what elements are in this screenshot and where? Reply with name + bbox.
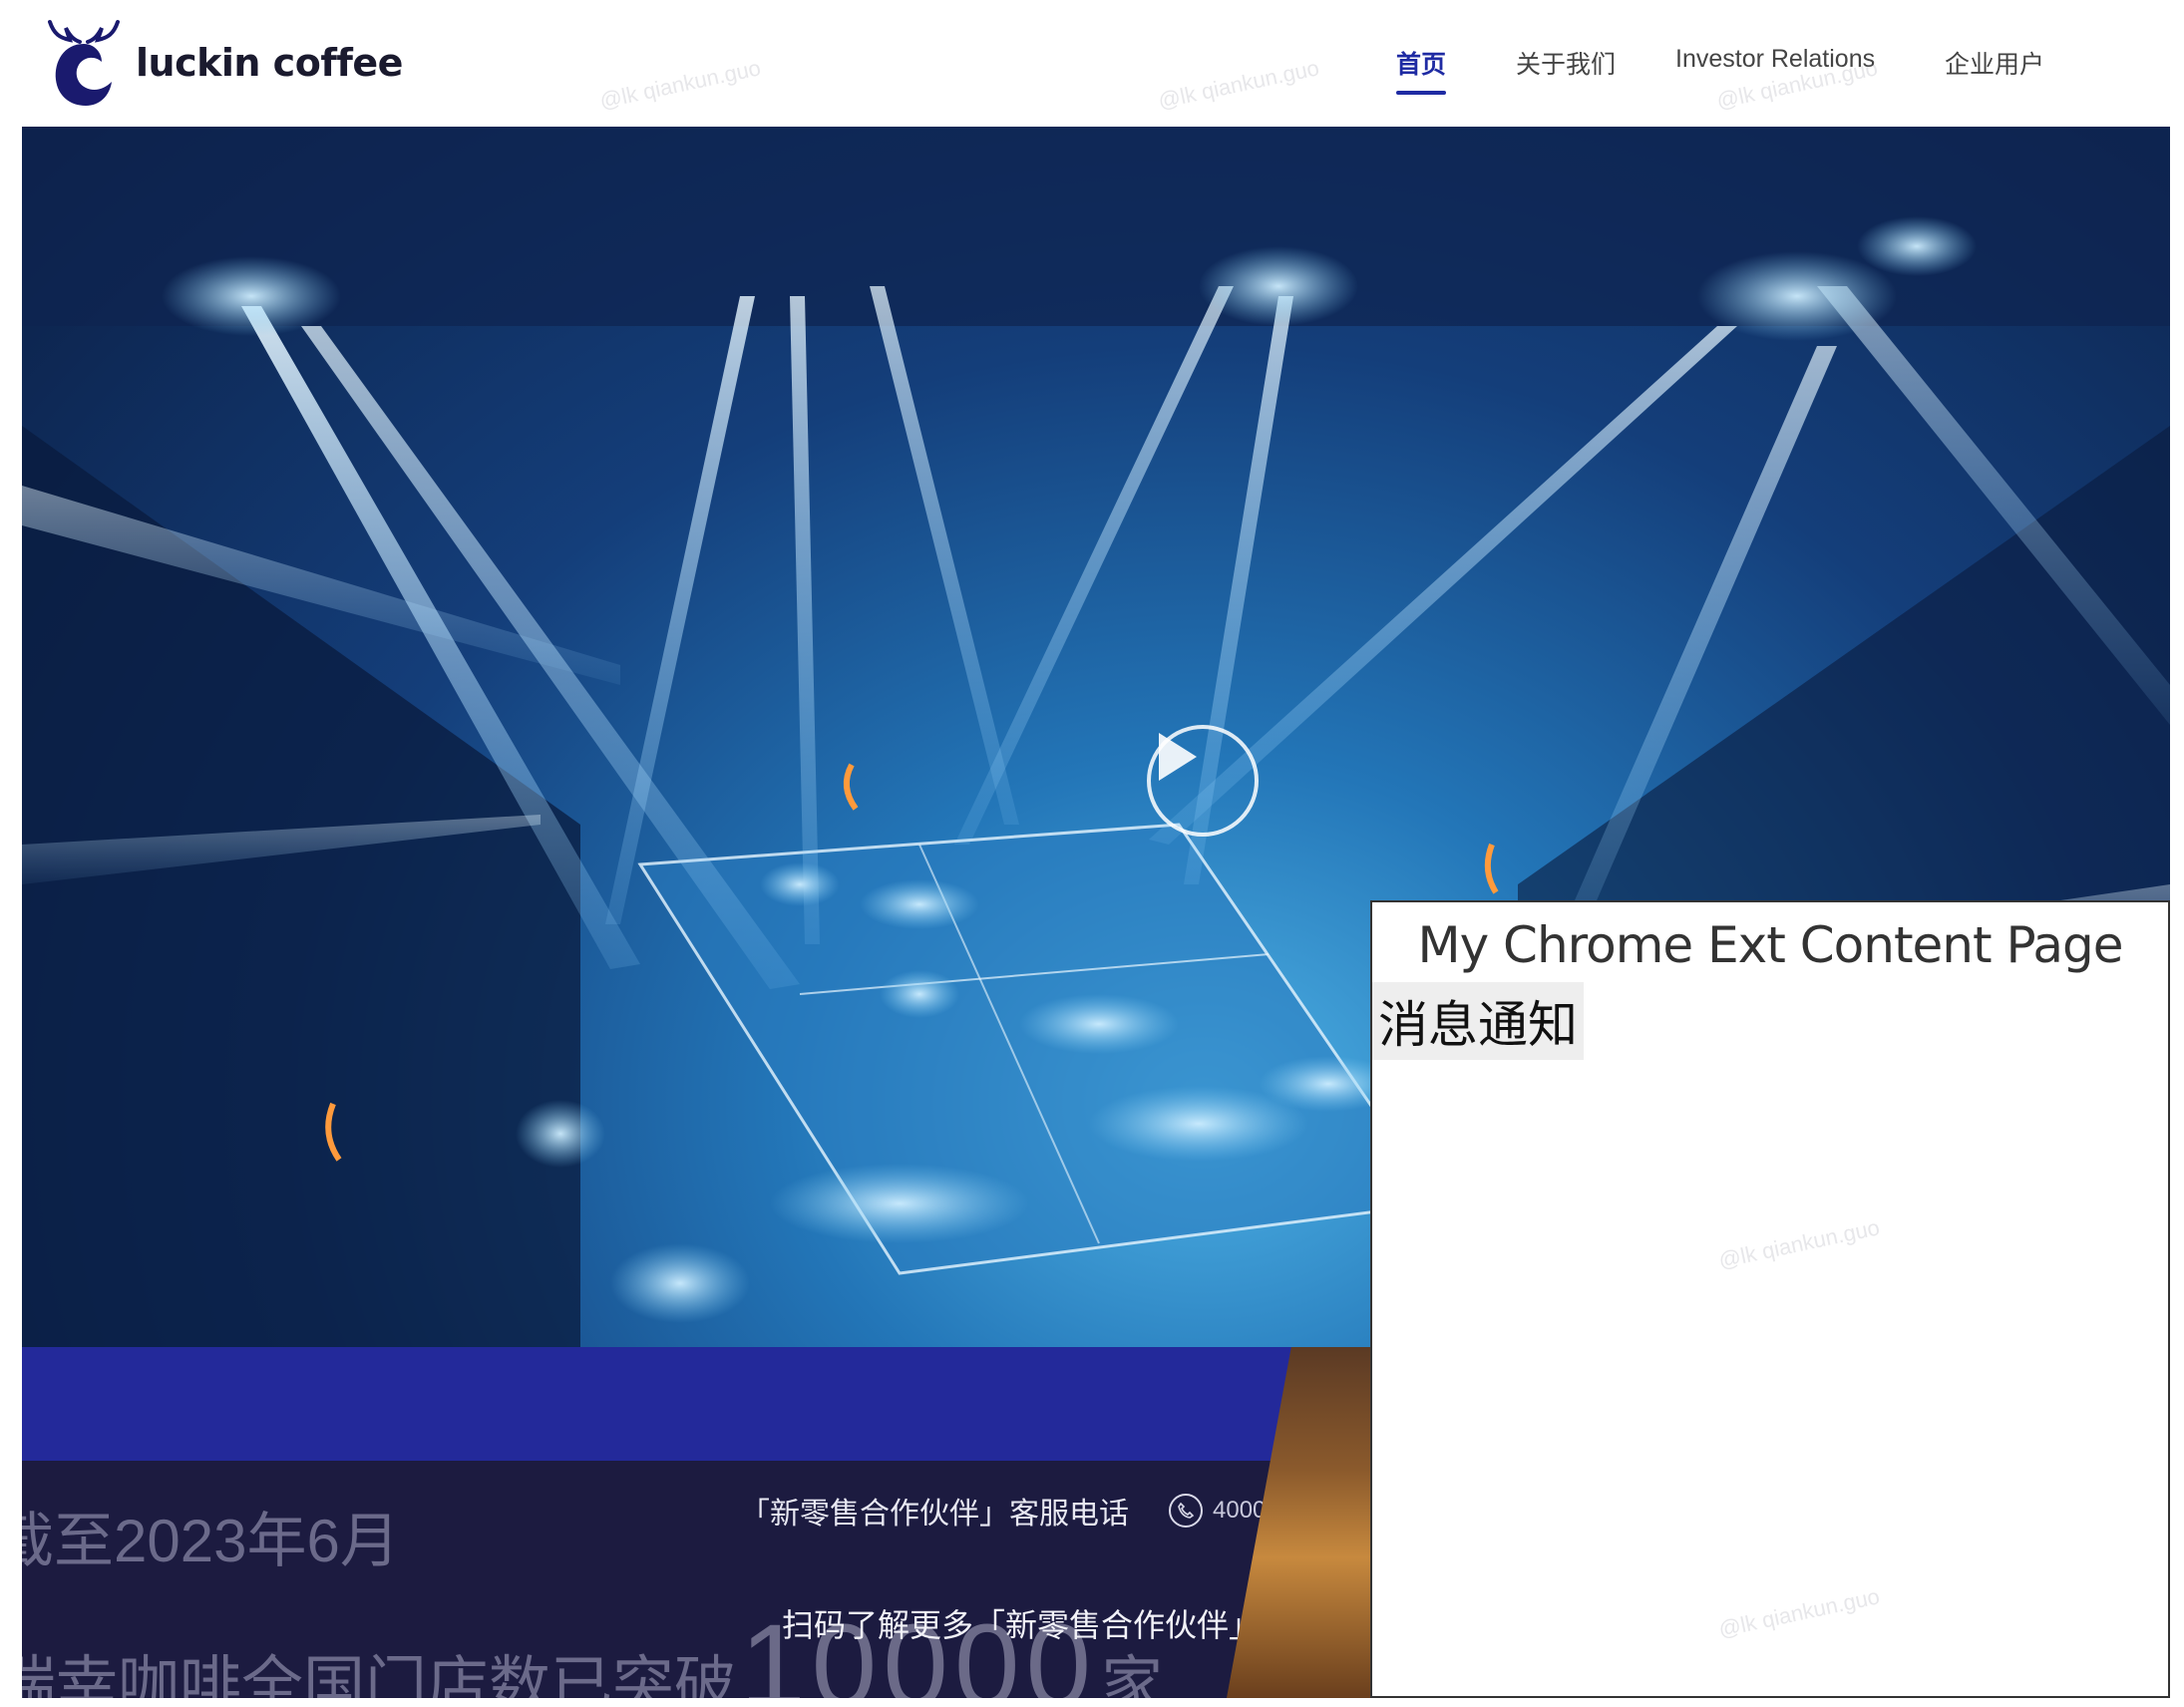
nav-item-enterprise[interactable]: 企业用户 [1945,45,2044,81]
play-icon [1159,733,1197,781]
nav-item-investor-relations[interactable]: Investor Relations [1675,45,1875,74]
brand-name: luckin coffee [136,41,403,85]
hotline-label: 「新零售合作伙伴」客服电话 [740,1498,1129,1531]
nav-item-home[interactable]: 首页 [1396,45,1447,95]
main-nav: 首页 关于我们 Investor Relations 企业用户 [1286,45,2184,105]
nav-item-label: 首页 [1396,51,1447,79]
brand-logo[interactable]: luckin coffee [44,18,403,108]
stat-prefix: 瑞幸咖啡全国门店数已突破 [22,1651,737,1698]
notification-button[interactable]: 消息通知 [1372,982,1584,1060]
active-nav-indicator [1396,91,1447,95]
extension-title: My Chrome Ext Content Page [1417,916,2123,974]
watermark: @lk qiankun.guo [1716,1214,1882,1273]
deer-logo-icon [48,20,120,106]
watermark: @lk qiankun.guo [597,55,763,114]
site-header: luckin coffee 首页 关于我们 Investor Relations… [0,0,2184,127]
play-button[interactable] [1147,725,1259,837]
watermark: @lk qiankun.guo [1716,1583,1882,1642]
phone-icon [1169,1494,1203,1528]
promo-band-top [22,1347,1370,1461]
stat-date: 截至2023年6月 [22,1508,400,1574]
nav-item-about[interactable]: 关于我们 [1516,45,1616,81]
promo-band-bottom: 截至2023年6月 瑞幸咖啡全国门店数已突破 10000 家 「新零售合作伙伴」… [22,1461,1370,1698]
extension-content-panel: My Chrome Ext Content Page 消息通知 @lk qian… [1370,900,2170,1698]
